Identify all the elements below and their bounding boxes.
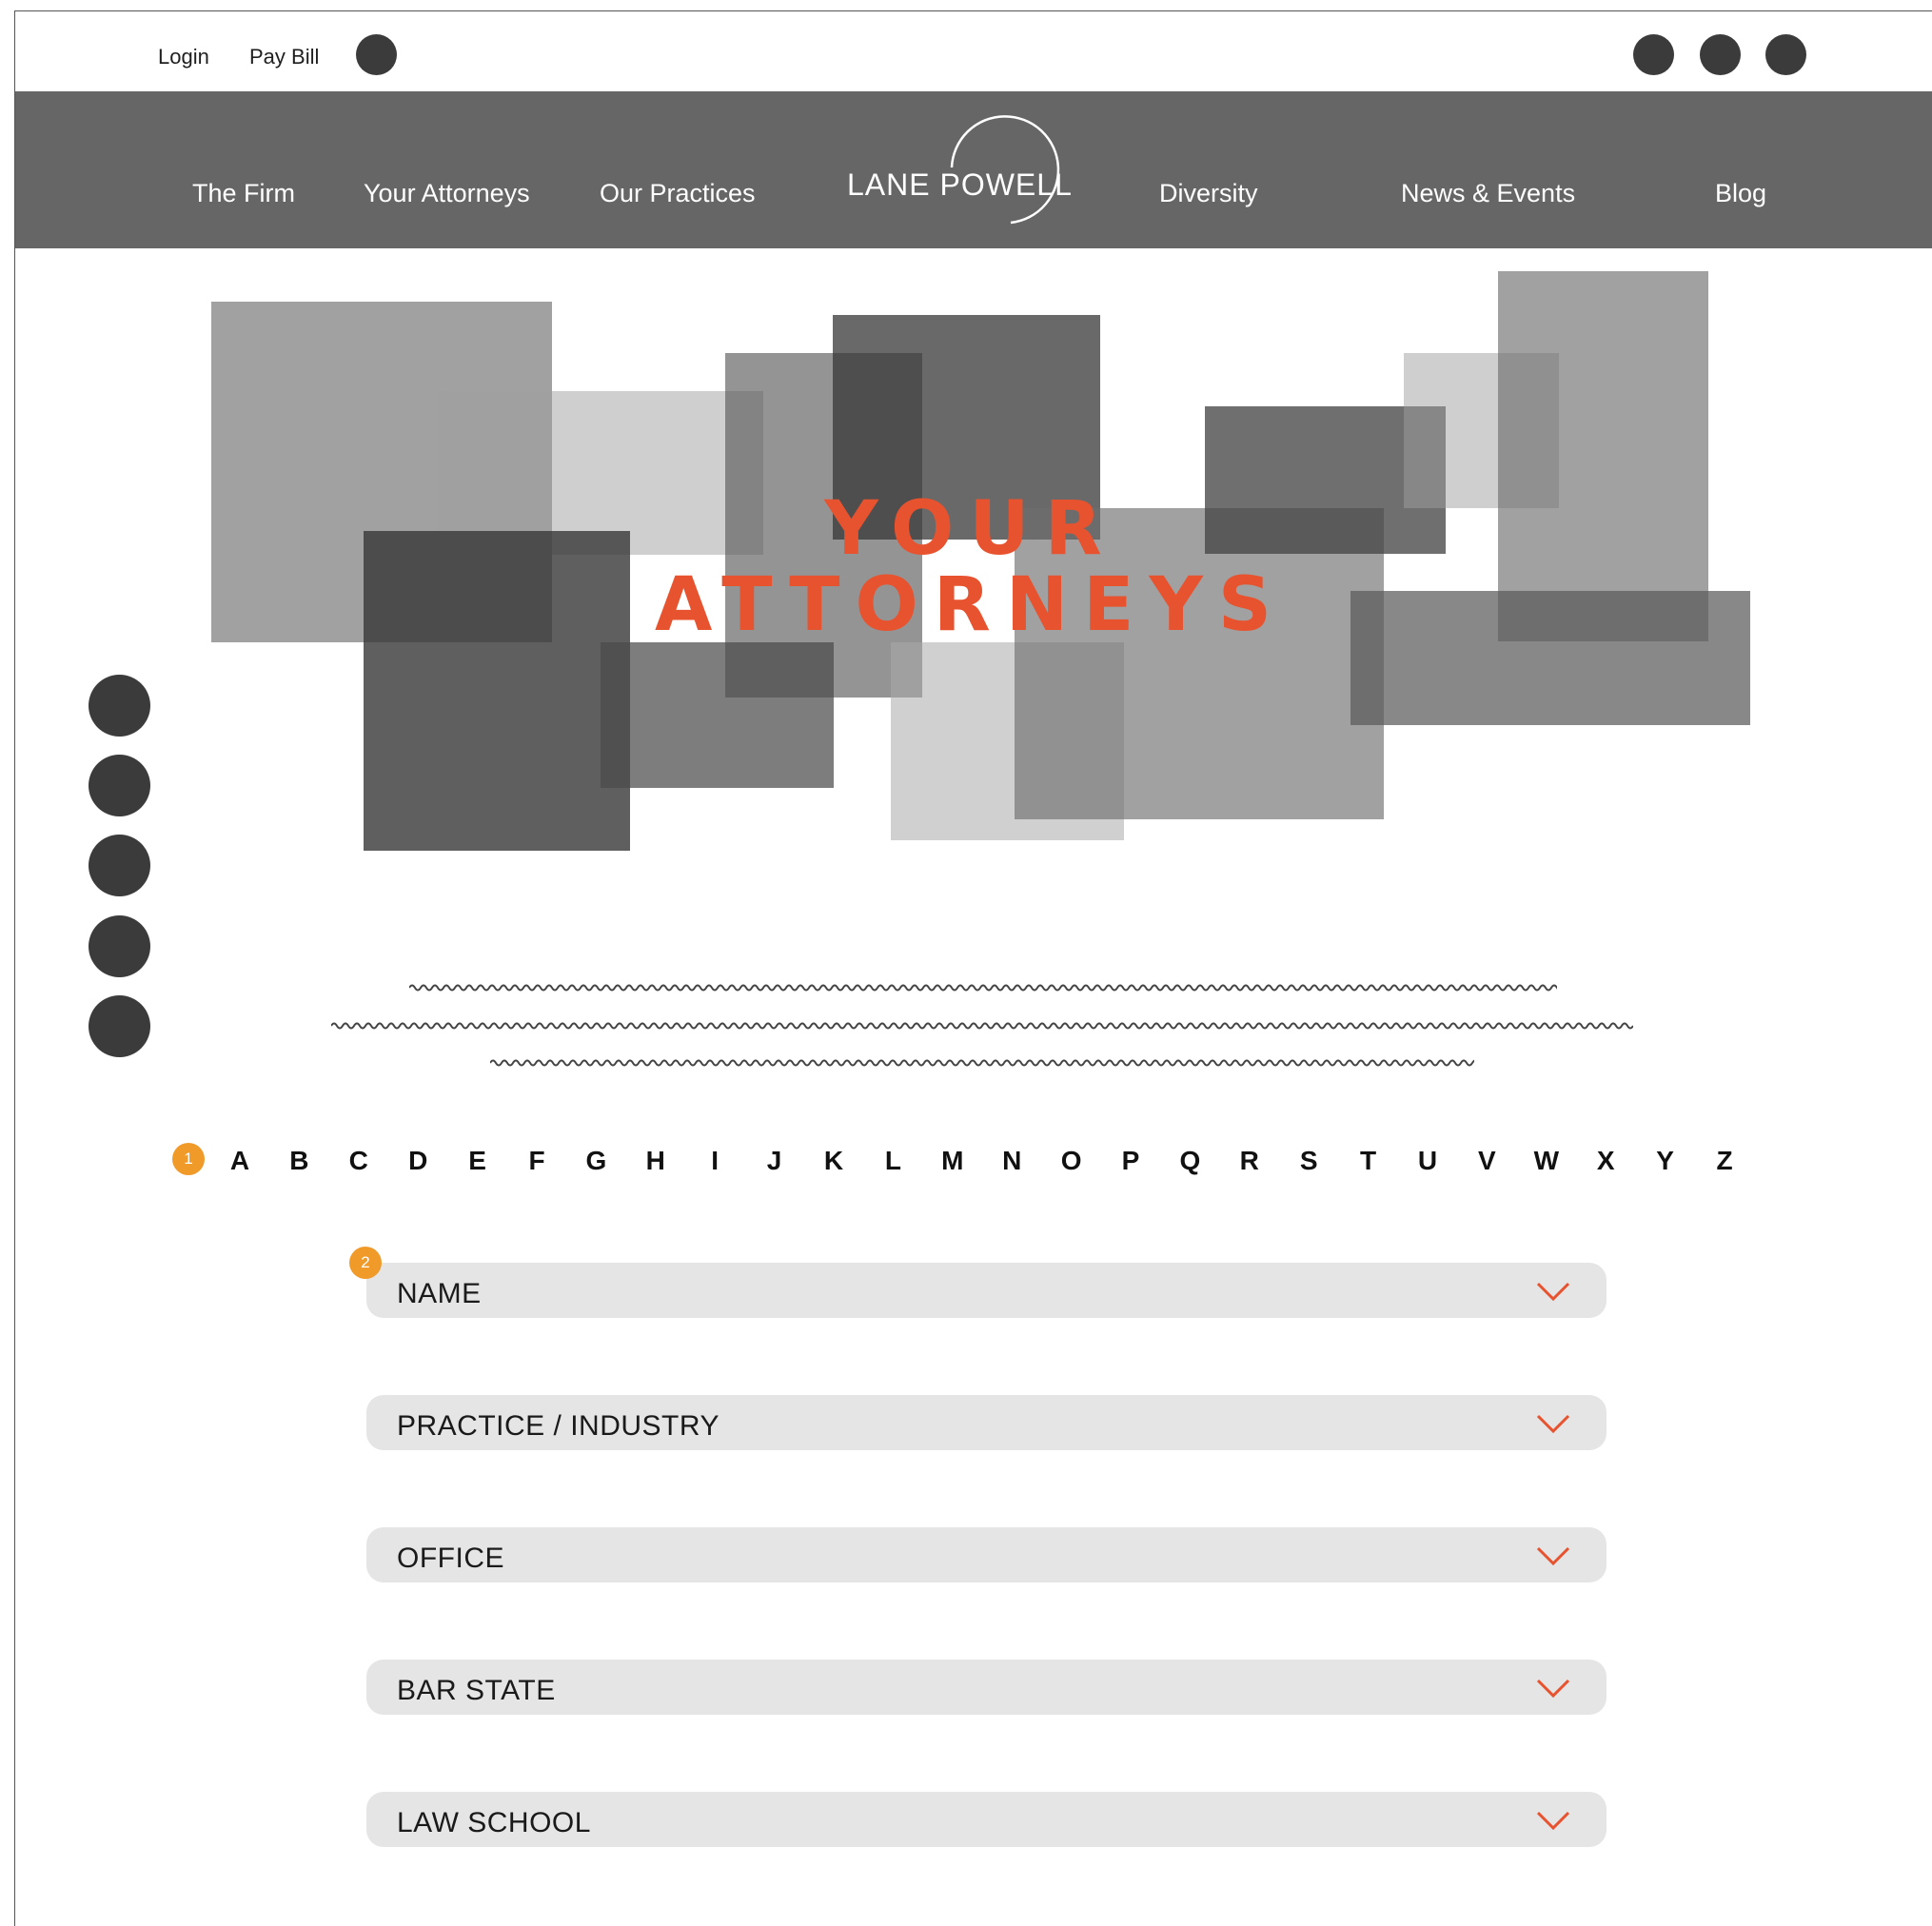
letter-filter-s[interactable]: S <box>1300 1146 1318 1176</box>
alphabet-filter: 1 A B C D E F G H I J K L M N O P Q R S T U V W X Y Z <box>0 1140 1932 1188</box>
nav-item-news-events[interactable]: News & Events <box>1401 179 1575 208</box>
letter-filter-t[interactable]: T <box>1360 1146 1376 1176</box>
page-title-line-1: YOUR <box>824 486 1117 572</box>
letter-filter-f[interactable]: F <box>528 1146 544 1176</box>
letter-filter-m[interactable]: M <box>941 1146 963 1176</box>
nav-item-blog[interactable]: Blog <box>1715 179 1766 208</box>
share-icon[interactable] <box>89 675 150 737</box>
nav-item-the-firm[interactable]: The Firm <box>192 179 295 208</box>
chevron-down-icon <box>1536 1679 1570 1699</box>
letter-filter-n[interactable]: N <box>1002 1146 1021 1176</box>
social-icon[interactable] <box>1633 34 1674 75</box>
pay-bill-link[interactable]: Pay Bill <box>249 45 319 69</box>
search-icon[interactable] <box>356 34 397 75</box>
letter-filter-r[interactable]: R <box>1240 1146 1259 1176</box>
text-placeholder-line <box>331 1022 1633 1030</box>
bar-state-dropdown[interactable]: BAR STATE <box>366 1660 1607 1715</box>
chevron-down-icon <box>1536 1811 1570 1831</box>
letter-filter-d[interactable]: D <box>408 1146 427 1176</box>
dropdown-label: OFFICE <box>397 1543 504 1574</box>
chevron-down-icon <box>1536 1414 1570 1434</box>
dropdown-label: LAW SCHOOL <box>397 1807 591 1838</box>
letter-filter-y[interactable]: Y <box>1656 1146 1674 1176</box>
dropdown-label: BAR STATE <box>397 1675 556 1706</box>
share-icon[interactable] <box>89 835 150 896</box>
letter-filter-k[interactable]: K <box>824 1146 843 1176</box>
name-dropdown[interactable]: NAME <box>366 1263 1607 1318</box>
letter-filter-q[interactable]: Q <box>1180 1146 1201 1176</box>
letter-filter-j[interactable]: J <box>767 1146 782 1176</box>
chevron-down-icon <box>1536 1282 1570 1302</box>
letter-filter-g[interactable]: G <box>586 1146 607 1176</box>
dropdown-label: NAME <box>397 1278 482 1309</box>
chevron-down-icon <box>1536 1546 1570 1566</box>
letter-filter-z[interactable]: Z <box>1716 1146 1732 1176</box>
letter-filter-p[interactable]: P <box>1122 1146 1140 1176</box>
share-icon[interactable] <box>89 915 150 977</box>
letter-filter-i[interactable]: I <box>711 1146 719 1176</box>
hero-image-placeholder <box>601 642 834 788</box>
annotation-badge: 2 <box>349 1247 382 1279</box>
letter-filter-l[interactable]: L <box>885 1146 901 1176</box>
text-placeholder-line <box>409 984 1557 992</box>
letter-filter-c[interactable]: C <box>349 1146 368 1176</box>
dropdown-label: PRACTICE / INDUSTRY <box>397 1410 720 1442</box>
letter-filter-o[interactable]: O <box>1061 1146 1082 1176</box>
hero-image-placeholder <box>1350 591 1750 725</box>
login-link[interactable]: Login <box>158 45 209 69</box>
letter-filter-x[interactable]: X <box>1597 1146 1615 1176</box>
nav-item-your-attorneys[interactable]: Your Attorneys <box>364 179 530 208</box>
law-school-dropdown[interactable]: LAW SCHOOL <box>366 1792 1607 1847</box>
letter-filter-e[interactable]: E <box>468 1146 486 1176</box>
text-placeholder-line <box>490 1059 1474 1067</box>
letter-filter-a[interactable]: A <box>230 1146 249 1176</box>
annotation-badge: 1 <box>172 1143 205 1175</box>
nav-item-our-practices[interactable]: Our Practices <box>600 179 756 208</box>
letter-filter-h[interactable]: H <box>646 1146 665 1176</box>
letter-filter-w[interactable]: W <box>1534 1146 1559 1176</box>
social-icon[interactable] <box>1765 34 1806 75</box>
social-icon[interactable] <box>1700 34 1741 75</box>
hero-image-placeholder <box>1498 271 1708 641</box>
letter-filter-u[interactable]: U <box>1418 1146 1437 1176</box>
office-dropdown[interactable]: OFFICE <box>366 1527 1607 1582</box>
share-icon[interactable] <box>89 755 150 816</box>
page-title-line-2: ATTORNEYS <box>654 562 1288 648</box>
practice-industry-dropdown[interactable]: PRACTICE / INDUSTRY <box>366 1395 1607 1450</box>
letter-filter-b[interactable]: B <box>289 1146 308 1176</box>
share-icon[interactable] <box>89 995 150 1057</box>
letter-filter-v[interactable]: V <box>1478 1146 1496 1176</box>
logo-arc-icon <box>950 115 1060 225</box>
nav-item-diversity[interactable]: Diversity <box>1159 179 1258 208</box>
